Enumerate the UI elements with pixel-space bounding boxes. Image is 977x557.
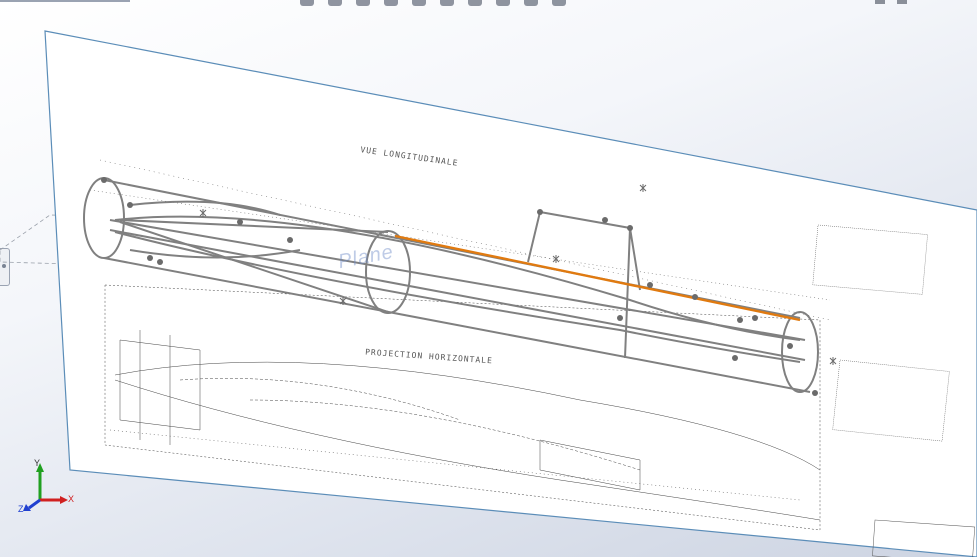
triad-labels: Y X Z xyxy=(14,458,84,518)
reference-plane[interactable] xyxy=(44,30,977,557)
triad-x-label: X xyxy=(68,494,75,504)
triad-y-label: Y xyxy=(34,458,41,468)
model-canvas[interactable] xyxy=(0,0,977,557)
graphics-area[interactable]: Plane VUE LONGITUDINALE PROJECTION HORIZ… xyxy=(0,0,977,557)
triad-z-label: Z xyxy=(18,504,24,514)
